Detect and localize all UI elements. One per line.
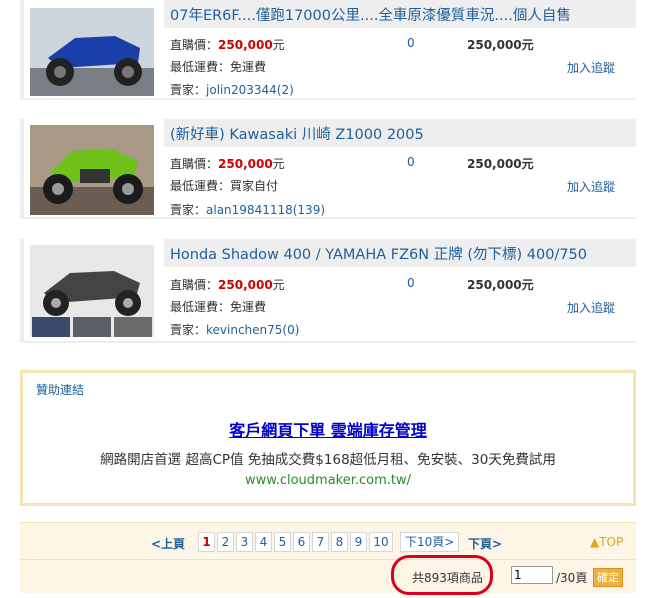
page-link-9[interactable]: 9	[350, 532, 367, 552]
sponsored-ad-description: 網路開店首選 超高CP值 免抽成交費$168超低月租、免安裝、30天免費試用	[100, 452, 556, 468]
listing-title-bar: Honda Shadow 400 / YAMAHA FZ6N 正牌 (勿下標) …	[164, 239, 636, 267]
current-price: 250,000元	[467, 157, 534, 171]
total-pages-label: /30頁	[556, 571, 588, 585]
pagination-row: <上頁 1 2 3 4 5 6 7 8 9 10 下10頁> 下頁> ▲TOP	[20, 532, 636, 554]
sponsored-ad-title[interactable]: 客戶網頁下單 雲端庫存管理	[23, 417, 633, 441]
listing-left-border	[20, 119, 24, 219]
page-link-4[interactable]: 4	[255, 532, 272, 552]
add-to-watchlist-link[interactable]: 加入追蹤	[567, 59, 615, 76]
shipping-value: 免運費	[230, 300, 267, 314]
listing-thumbnail[interactable]	[30, 125, 154, 215]
seller-link[interactable]: alan19841118(139)	[206, 203, 325, 217]
listing-title[interactable]: (新好車) Kawasaki 川崎 Z1000 2005	[170, 123, 424, 144]
bid-count: 0	[407, 155, 415, 169]
pagination-bar: <上頁 1 2 3 4 5 6 7 8 9 10 下10頁> 下頁> ▲TOP …	[20, 522, 636, 595]
listing-title[interactable]: 07年ER6F....僅跑17000公里....全車原漆優質車況....個人自售	[170, 4, 571, 25]
listing-left-border	[20, 0, 24, 100]
listing-item: (新好車) Kawasaki 川崎 Z1000 2005 直購價：250,000…	[20, 119, 636, 219]
shipping-value: 買家自付	[230, 179, 279, 193]
price-unit: 元	[272, 157, 285, 171]
listing-title-bar: (新好車) Kawasaki 川崎 Z1000 2005	[164, 119, 636, 147]
listing-thumbnail[interactable]	[30, 245, 154, 337]
seller-link[interactable]: jolin203344(2)	[206, 83, 294, 97]
seller-label: 賣家：	[170, 323, 207, 337]
next-10-pages-link[interactable]: 下10頁>	[400, 532, 460, 552]
price-row: 直購價：250,000元	[170, 276, 285, 293]
listing-title-bar: 07年ER6F....僅跑17000公里....全車原漆優質車況....個人自售	[164, 0, 636, 28]
next-page-link[interactable]: 下頁>	[468, 535, 502, 552]
price-value: 250,000	[218, 38, 273, 52]
seller-row: 賣家：alan19841118(139)	[170, 201, 325, 218]
page-link-1[interactable]: 1	[198, 532, 215, 552]
listing-divider	[20, 98, 636, 100]
seller-label: 賣家：	[170, 203, 207, 217]
sponsored-ad-url[interactable]: www.cloudmaker.com.tw/	[23, 473, 633, 488]
sponsored-links-box: 贊助連結 客戶網頁下單 雲端庫存管理 網路開店首選 超高CP值 免抽成交費$16…	[20, 370, 636, 506]
price-value: 250,000	[218, 157, 273, 171]
total-items-count: 共893項商品	[412, 571, 483, 585]
price-unit: 元	[272, 278, 285, 292]
page-link-10[interactable]: 10	[369, 532, 393, 552]
bid-count: 0	[407, 36, 415, 50]
shipping-label: 最低運費：	[170, 60, 231, 74]
add-to-watchlist-link[interactable]: 加入追蹤	[567, 178, 615, 195]
add-to-watchlist-link[interactable]: 加入追蹤	[567, 299, 615, 316]
page-link-2[interactable]: 2	[217, 532, 234, 552]
page-link-7[interactable]: 7	[312, 532, 329, 552]
sponsored-links-label: 贊助連結	[36, 383, 85, 397]
current-price: 250,000元	[467, 278, 534, 292]
listing-title[interactable]: Honda Shadow 400 / YAMAHA FZ6N 正牌 (勿下標) …	[170, 243, 587, 264]
listing-divider	[20, 341, 636, 343]
listing-left-border	[20, 239, 24, 343]
shipping-row: 最低運費：買家自付	[170, 177, 278, 194]
confirm-page-button[interactable]: 確定	[593, 568, 623, 587]
seller-label: 賣家：	[170, 83, 207, 97]
seller-row: 賣家：kevinchen75(0)	[170, 321, 299, 338]
current-price: 250,000元	[467, 38, 534, 52]
bid-count: 0	[407, 276, 415, 290]
shipping-row: 最低運費：免運費	[170, 58, 266, 75]
page-link-8[interactable]: 8	[331, 532, 348, 552]
listing-item: Honda Shadow 400 / YAMAHA FZ6N 正牌 (勿下標) …	[20, 239, 636, 343]
shipping-label: 最低運費：	[170, 300, 231, 314]
listing-divider	[20, 217, 636, 219]
price-label: 直購價：	[170, 38, 219, 52]
page-number-input[interactable]	[511, 566, 553, 584]
shipping-value: 免運費	[230, 60, 267, 74]
pagination-divider	[20, 559, 636, 560]
shipping-row: 最低運費：免運費	[170, 298, 266, 315]
price-label: 直購價：	[170, 157, 219, 171]
seller-link[interactable]: kevinchen75(0)	[206, 323, 299, 337]
page-link-5[interactable]: 5	[274, 532, 291, 552]
previous-page-link[interactable]: <上頁	[151, 535, 185, 552]
shipping-label: 最低運費：	[170, 179, 231, 193]
listing-thumbnail[interactable]	[30, 8, 154, 96]
price-row: 直購價：250,000元	[170, 36, 285, 53]
price-value: 250,000	[218, 278, 273, 292]
listing-item: 07年ER6F....僅跑17000公里....全車原漆優質車況....個人自售…	[20, 0, 636, 100]
page-link-6[interactable]: 6	[293, 532, 310, 552]
page-link-3[interactable]: 3	[236, 532, 253, 552]
back-to-top-link[interactable]: ▲TOP	[590, 535, 623, 549]
price-label: 直購價：	[170, 278, 219, 292]
price-row: 直購價：250,000元	[170, 155, 285, 172]
price-unit: 元	[272, 38, 285, 52]
seller-row: 賣家：jolin203344(2)	[170, 81, 294, 98]
